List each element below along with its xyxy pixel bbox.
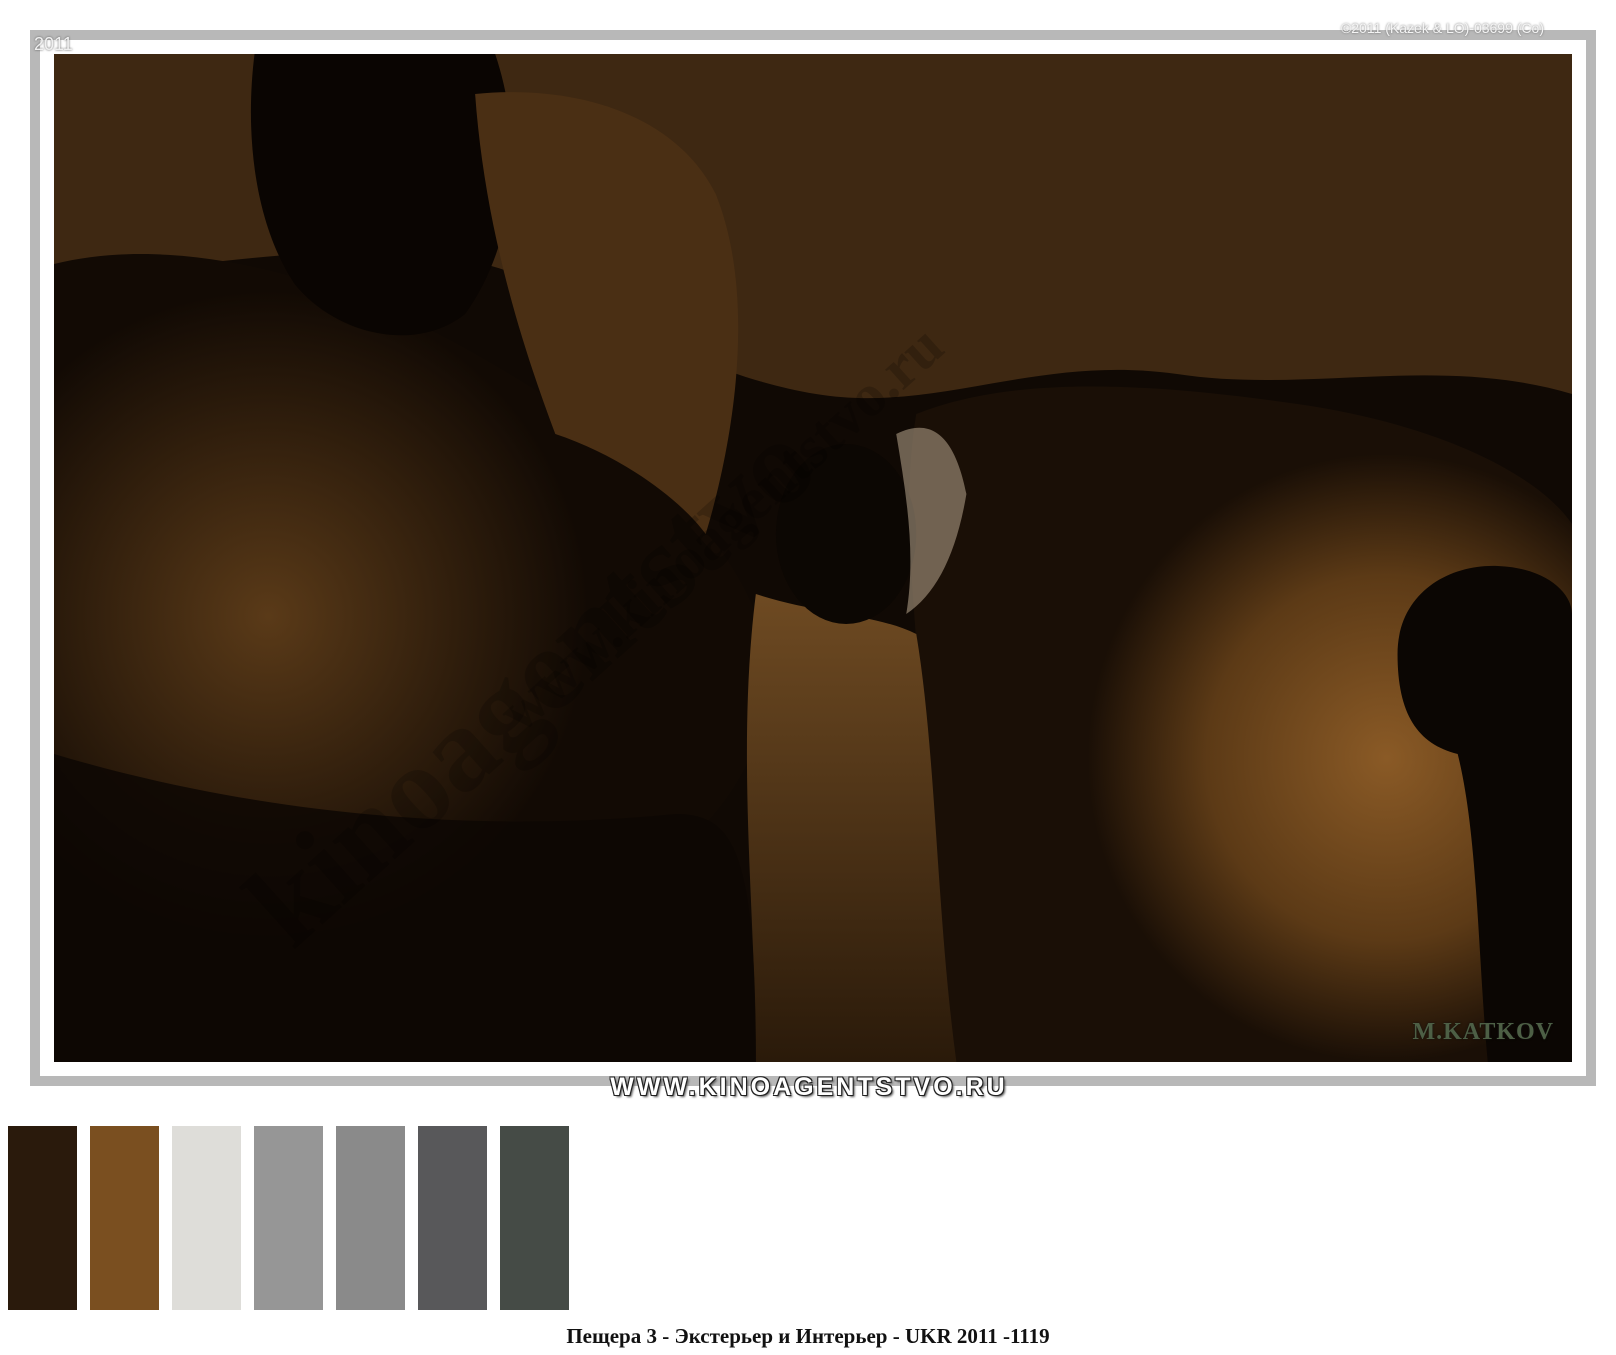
photo-caption: Пещера 3 - Экстерьер и Интерьер - UKR 20…: [566, 1324, 1050, 1348]
photo-mat: kinoagentstvo www.kinoagentstvo.ru M.KAT…: [40, 40, 1586, 1076]
color-swatch: [500, 1126, 569, 1310]
color-swatch: [172, 1126, 241, 1310]
color-swatch: [8, 1126, 77, 1310]
color-swatch: [254, 1126, 323, 1310]
cave-image: [54, 54, 1572, 1062]
color-swatch: [418, 1126, 487, 1310]
photo-frame: kinoagentstvo www.kinoagentstvo.ru M.KAT…: [30, 30, 1596, 1086]
year-label: 2011: [34, 34, 73, 54]
cave-photo: kinoagentstvo www.kinoagentstvo.ru M.KAT…: [54, 54, 1572, 1062]
copyright-label: ©2011 (Kazek & LO)-03699 (Co): [1340, 20, 1544, 36]
color-swatch: [336, 1126, 405, 1310]
color-swatch: [90, 1126, 159, 1310]
color-palette: [8, 1126, 569, 1310]
site-banner: WWW.KINOAGENTSTVO.RU: [610, 1073, 1008, 1101]
photographer-signature: M.KATKOV: [1412, 1019, 1554, 1045]
